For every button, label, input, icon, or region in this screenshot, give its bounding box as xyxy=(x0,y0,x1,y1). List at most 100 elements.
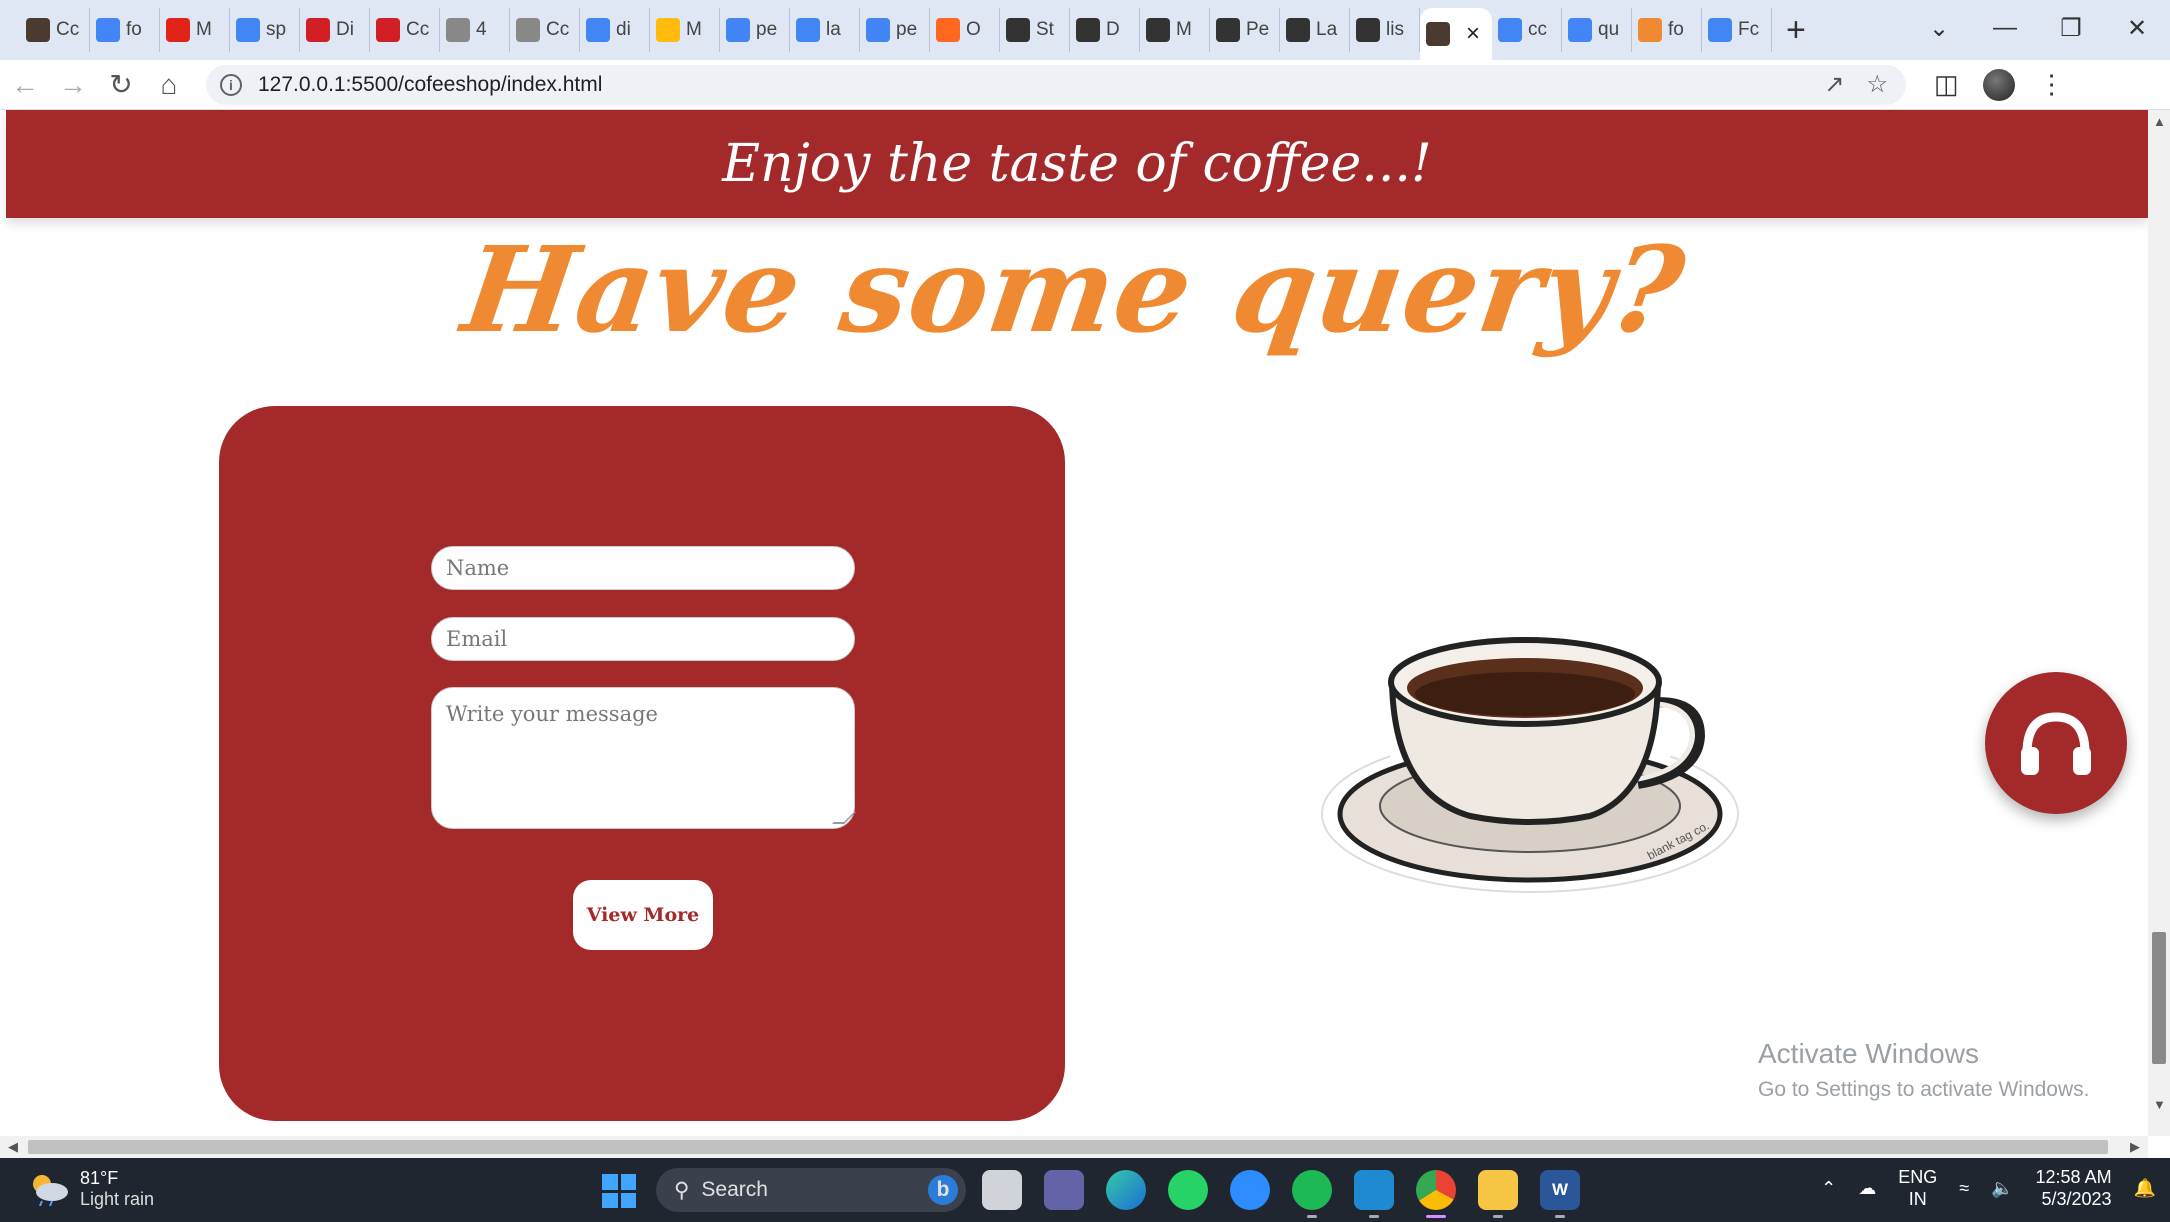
browser-tab[interactable]: St xyxy=(1000,8,1070,52)
browser-tab[interactable]: Cc xyxy=(370,8,440,52)
browser-tab[interactable]: cc xyxy=(1492,8,1562,52)
volume-icon[interactable]: 🔈 xyxy=(1991,1178,2013,1199)
browser-tab[interactable]: D xyxy=(1070,8,1140,52)
browser-tab-label: fo xyxy=(126,19,142,40)
scroll-left-arrow[interactable]: ◀ xyxy=(8,1139,18,1155)
browser-tab[interactable]: Cc xyxy=(20,8,90,52)
chrome-icon[interactable] xyxy=(1416,1170,1456,1218)
word-icon[interactable]: W xyxy=(1540,1170,1580,1218)
browser-tab[interactable]: Cc xyxy=(510,8,580,52)
vertical-scroll-thumb[interactable] xyxy=(2152,932,2166,1064)
browser-tab[interactable]: sp xyxy=(230,8,300,52)
tab-search-chevron-icon[interactable]: ⌄ xyxy=(1906,8,1972,48)
share-icon[interactable]: ↗ xyxy=(1824,70,1844,99)
back-button[interactable]: ← xyxy=(2,62,48,108)
browser-tab-label: M xyxy=(1176,19,1192,40)
browser-tab[interactable]: Di xyxy=(300,8,370,52)
browser-tab[interactable]: qu xyxy=(1562,8,1632,52)
tray-overflow-chevron-icon[interactable]: ⌃ xyxy=(1821,1178,1836,1199)
windows-start-icon[interactable] xyxy=(602,1174,636,1208)
language-indicator[interactable]: ENG IN xyxy=(1898,1166,1937,1210)
bookmark-star-icon[interactable]: ☆ xyxy=(1866,70,1888,99)
browser-tab-label: M xyxy=(196,19,212,40)
browser-tab[interactable]: Fc xyxy=(1702,8,1772,52)
restore-button[interactable]: ❐ xyxy=(2038,8,2104,48)
query-heading: Have some query? xyxy=(455,220,1693,359)
whatsapp-icon[interactable] xyxy=(1168,1170,1208,1210)
browser-tab[interactable]: O xyxy=(930,8,1000,52)
watermark-subtitle: Go to Settings to activate Windows. xyxy=(1758,1078,2090,1101)
browser-tab-label: La xyxy=(1316,19,1338,40)
browser-tab[interactable]: × xyxy=(1420,8,1492,60)
google-icon xyxy=(796,18,820,42)
reload-button[interactable]: ↻ xyxy=(98,62,144,108)
browser-tab-label: Cc xyxy=(56,19,80,40)
wikipedia-icon xyxy=(1076,18,1100,42)
address-bar[interactable]: i 127.0.0.1:5500/cofeeshop/index.html ↗ … xyxy=(206,64,1906,105)
bing-icon[interactable]: b xyxy=(928,1175,958,1205)
close-window-button[interactable]: ✕ xyxy=(2104,8,2170,48)
clock-time: 12:58 AM xyxy=(2035,1167,2112,1187)
browser-tab[interactable]: fo xyxy=(1632,8,1702,52)
wifi-icon[interactable]: ≈ xyxy=(1959,1178,1969,1199)
language-region: IN xyxy=(1908,1189,1927,1209)
browser-tab[interactable]: M xyxy=(160,8,230,52)
browser-tab-label: 4 xyxy=(476,19,487,40)
window-controls: ⌄ — ❐ ✕ xyxy=(1906,8,2170,48)
email-placeholder: Email xyxy=(446,627,508,651)
google-icon xyxy=(96,18,120,42)
side-panel-icon[interactable]: ◫ xyxy=(1934,69,1959,100)
browser-tab[interactable]: Pe xyxy=(1210,8,1280,52)
vertical-scrollbar[interactable]: ▲ ▼ xyxy=(2148,110,2170,1136)
support-chat-button[interactable] xyxy=(1985,672,2127,814)
mcdonalds-icon xyxy=(656,18,680,42)
new-tab-button[interactable]: + xyxy=(1786,11,1806,50)
system-tray: ⌃ ☁ ENG IN ≈ 🔈 12:58 AM 5/3/2023 🔔 xyxy=(1821,1166,2156,1210)
spotify-icon[interactable] xyxy=(1292,1170,1332,1218)
onedrive-cloud-icon[interactable]: ☁ xyxy=(1858,1178,1876,1199)
close-tab-icon[interactable]: × xyxy=(1466,20,1480,48)
name-input[interactable]: Name xyxy=(431,546,855,590)
browser-tab[interactable]: M xyxy=(650,8,720,52)
browser-tab[interactable]: pe xyxy=(720,8,790,52)
scroll-up-arrow[interactable]: ▲ xyxy=(2153,114,2166,129)
browser-tab[interactable]: pe xyxy=(860,8,930,52)
url-text[interactable]: 127.0.0.1:5500/cofeeshop/index.html xyxy=(258,73,602,97)
horizontal-scrollbar[interactable]: ◀ ▶ xyxy=(0,1136,2148,1158)
email-input[interactable]: Email xyxy=(431,617,855,661)
horizontal-scroll-thumb[interactable] xyxy=(28,1140,2108,1154)
home-button[interactable]: ⌂ xyxy=(146,62,192,108)
scroll-right-arrow[interactable]: ▶ xyxy=(2130,1139,2140,1155)
file-explorer-icon[interactable] xyxy=(1478,1170,1518,1218)
rain-cloud-icon xyxy=(33,1175,68,1206)
browser-tab[interactable]: 4 xyxy=(440,8,510,52)
browser-menu-icon[interactable]: ⋮ xyxy=(2039,69,2065,100)
minimize-button[interactable]: — xyxy=(1972,8,2038,48)
weather-widget[interactable]: 81°F Light rain xyxy=(28,1168,154,1210)
zoom-icon[interactable] xyxy=(1230,1170,1270,1210)
forward-button[interactable]: → xyxy=(50,62,96,108)
browser-tab[interactable]: La xyxy=(1280,8,1350,52)
browser-tab-label: di xyxy=(616,19,631,40)
browser-tab[interactable]: la xyxy=(790,8,860,52)
site-info-icon[interactable]: i xyxy=(220,73,242,96)
view-more-button[interactable]: View More xyxy=(573,880,713,950)
taskbar-clock[interactable]: 12:58 AM 5/3/2023 xyxy=(2036,1166,2112,1210)
scroll-down-arrow[interactable]: ▼ xyxy=(2153,1097,2166,1112)
vscode-icon[interactable] xyxy=(1354,1170,1394,1218)
message-textarea[interactable]: Write your message xyxy=(431,687,855,829)
browser-tab-label: Cc xyxy=(406,19,430,40)
header-banner: Enjoy the taste of coffee...! xyxy=(6,110,2148,218)
taskbar-search[interactable]: ⚲ Search b xyxy=(656,1168,966,1212)
task-view-icon[interactable] xyxy=(982,1170,1022,1210)
teams-chat-icon[interactable] xyxy=(1044,1170,1084,1210)
browser-tab[interactable]: lis xyxy=(1350,8,1420,52)
browser-tab[interactable]: di xyxy=(580,8,650,52)
message-placeholder: Write your message xyxy=(446,702,658,726)
browser-tab[interactable]: fo xyxy=(90,8,160,52)
browser-tab[interactable]: M xyxy=(1140,8,1210,52)
edge-icon[interactable] xyxy=(1106,1170,1146,1210)
page-viewport: Enjoy the taste of coffee...! Have some … xyxy=(0,110,2148,1136)
notification-bell-icon[interactable]: 🔔 xyxy=(2134,1178,2156,1199)
profile-avatar[interactable] xyxy=(1982,68,2015,101)
